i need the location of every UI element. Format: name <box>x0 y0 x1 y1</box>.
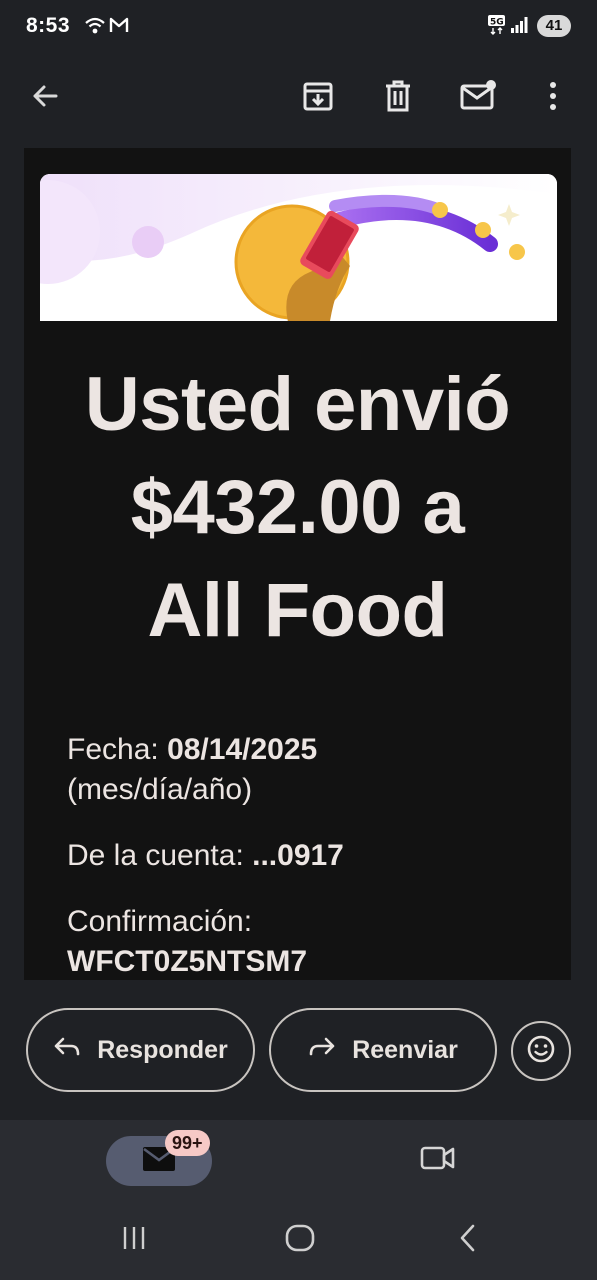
email-toolbar <box>0 52 597 148</box>
chevron-left-icon <box>456 1223 480 1258</box>
home-button[interactable] <box>278 1218 322 1262</box>
headline-recipient: All Food <box>147 568 448 653</box>
date-detail: Fecha: 08/14/2025 (mes/día/año) <box>67 730 317 810</box>
forward-label: Reenviar <box>352 1035 458 1064</box>
confirmation-label: Confirmación: <box>67 905 253 938</box>
confirmation-detail: Confirmación: WFCT0Z5NTSM7 <box>67 902 307 980</box>
emoji-reaction-button[interactable] <box>511 1021 571 1081</box>
battery-indicator: 41 <box>537 15 571 37</box>
confirmation-value: WFCT0Z5NTSM7 <box>67 945 307 978</box>
back-button[interactable] <box>23 76 67 120</box>
unread-count-badge: 99+ <box>165 1130 210 1156</box>
home-icon <box>284 1222 316 1259</box>
status-time: 8:53 <box>26 14 71 37</box>
reply-button[interactable]: Responder <box>26 1008 255 1092</box>
more-vertical-icon <box>548 81 558 116</box>
forward-button[interactable]: Reenviar <box>269 1008 497 1092</box>
meet-tab[interactable] <box>418 1140 458 1180</box>
recent-apps-button[interactable] <box>112 1218 156 1262</box>
date-value: 08/14/2025 <box>167 733 318 766</box>
wifi-icon <box>84 14 106 41</box>
mark-unread-button[interactable] <box>456 76 500 120</box>
trash-icon <box>383 80 413 117</box>
system-navigation-bar <box>0 1200 597 1280</box>
date-label: Fecha: <box>67 733 168 766</box>
emoji-smile-icon <box>526 1034 556 1069</box>
email-headline: Usted envió $432.00 a All Food <box>24 353 571 662</box>
svg-text:5G: 5G <box>490 18 504 28</box>
account-label: De la cuenta: <box>67 839 253 872</box>
forward-icon <box>308 1035 336 1066</box>
archive-button[interactable] <box>296 76 340 120</box>
video-camera-icon <box>420 1144 456 1177</box>
arrow-left-icon <box>30 81 60 116</box>
mail-unread-icon <box>460 79 496 117</box>
headline-amount: $432.00 a <box>130 465 465 550</box>
status-bar: 8:53 5G 41 <box>0 0 597 52</box>
email-body: Usted envió $432.00 a All Food Fecha: 08… <box>24 148 571 980</box>
reply-icon <box>53 1035 81 1066</box>
headline-line-1: Usted envió <box>84 362 511 447</box>
account-value: ...0917 <box>252 839 344 872</box>
more-options-button[interactable] <box>531 76 575 120</box>
archive-icon <box>302 80 334 117</box>
network-5g-icon: 5G <box>487 14 507 41</box>
signal-icon <box>510 16 530 39</box>
account-detail: De la cuenta: ...0917 <box>67 836 344 876</box>
reply-label: Responder <box>97 1035 228 1064</box>
recent-apps-icon <box>119 1223 149 1258</box>
system-back-button[interactable] <box>446 1218 490 1262</box>
delete-button[interactable] <box>376 76 420 120</box>
email-actions: Responder Reenviar <box>0 980 597 1120</box>
bottom-navigation: 99+ <box>0 1120 597 1200</box>
banner-illustration <box>40 174 557 321</box>
date-format: (mes/día/año) <box>67 773 253 806</box>
gmail-notification-icon <box>108 14 130 41</box>
